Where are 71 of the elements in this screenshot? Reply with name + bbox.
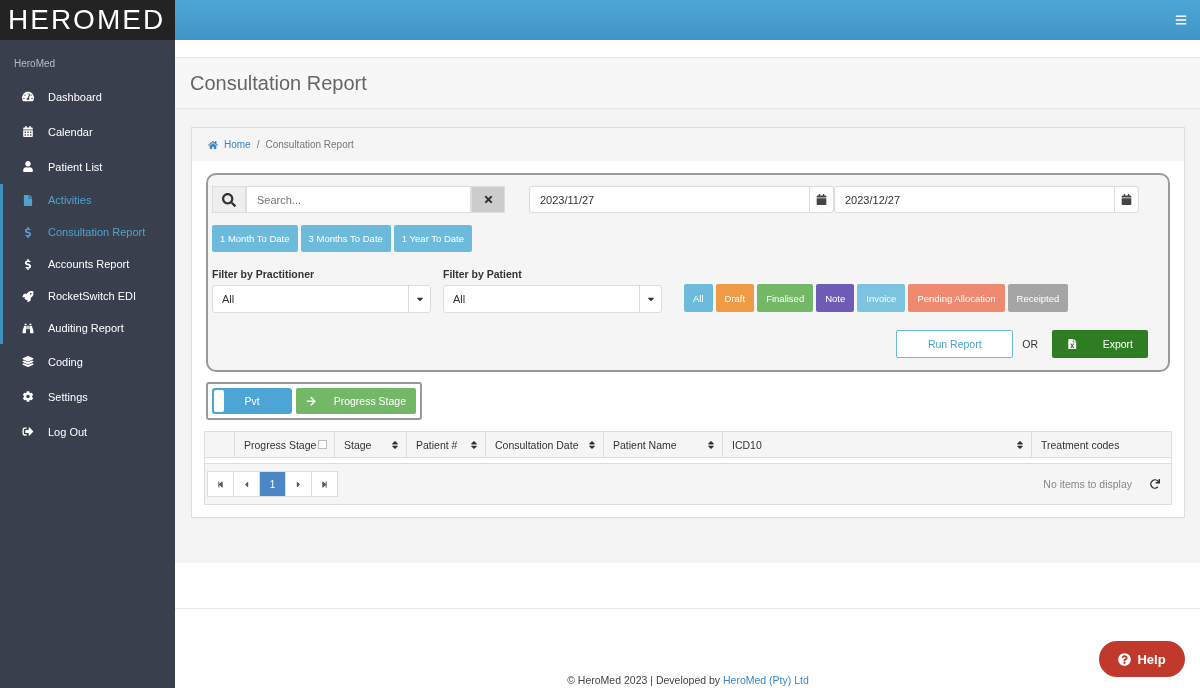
sort-icon bbox=[390, 439, 400, 450]
spreadsheet-icon bbox=[1067, 338, 1078, 350]
search-field[interactable]: Search... bbox=[246, 186, 471, 213]
sort-icon bbox=[706, 439, 716, 450]
footer-text: © HeroMed 2023 | Developed by HeroMed (Pty) Ltd bbox=[567, 674, 809, 686]
logo: HEROMED bbox=[0, 0, 175, 40]
sidebar-item[interactable]: Patient List bbox=[0, 149, 175, 184]
column-header[interactable]: Patient # bbox=[406, 432, 485, 457]
settings-icon bbox=[22, 391, 34, 402]
sort-icon bbox=[587, 439, 597, 450]
sidebar-item[interactable]: Coding bbox=[0, 344, 175, 379]
rocket-icon bbox=[22, 290, 34, 302]
column-header[interactable]: ICD10 bbox=[722, 432, 1031, 457]
file-icon bbox=[22, 194, 34, 206]
breadcrumb-separator: / bbox=[256, 139, 260, 150]
calendar-icon bbox=[22, 126, 34, 137]
first-icon bbox=[217, 480, 224, 488]
export-button[interactable]: Export bbox=[1052, 330, 1148, 358]
sort-icon bbox=[1015, 439, 1025, 450]
sidebar-item[interactable]: Auditing Report bbox=[0, 312, 175, 344]
or-text: OR bbox=[1022, 338, 1038, 350]
sidebar-item[interactable]: Settings bbox=[0, 379, 175, 414]
user-icon bbox=[22, 161, 34, 172]
sidebar-item[interactable]: Calendar bbox=[0, 114, 175, 149]
sort-icon bbox=[469, 439, 479, 450]
column-header[interactable]: Stage bbox=[334, 432, 406, 457]
breadcrumb-current: Consultation Report bbox=[265, 139, 354, 150]
sidebar-item[interactable]: Consultation Report bbox=[0, 216, 175, 248]
filter-label: Filter by Patient bbox=[443, 268, 523, 280]
status-filter-button[interactable]: Note bbox=[816, 284, 855, 312]
date-field[interactable]: 2023/11/27 bbox=[529, 186, 834, 213]
filter-select[interactable]: All bbox=[443, 285, 662, 313]
previous-icon bbox=[242, 479, 251, 489]
refresh-icon[interactable] bbox=[1150, 479, 1160, 489]
breadcrumb-link[interactable]: Home bbox=[224, 139, 251, 150]
arrow-icon bbox=[306, 395, 317, 407]
sidebar-item[interactable]: RocketSwitch EDI bbox=[0, 280, 175, 312]
clear-button[interactable] bbox=[471, 186, 505, 213]
dollar-icon bbox=[22, 258, 34, 270]
column-header[interactable]: Treatment codes bbox=[1031, 432, 1171, 457]
search-icon bbox=[212, 186, 246, 213]
filter-label: Filter by Practitioner bbox=[212, 268, 316, 280]
page-button[interactable]: 1 bbox=[259, 471, 286, 497]
sidebar-item[interactable]: Activities bbox=[0, 184, 175, 216]
date-field[interactable]: 2023/12/27 bbox=[834, 186, 1139, 213]
page-title: Consultation Report bbox=[190, 71, 367, 95]
help-icon bbox=[1118, 652, 1132, 666]
first-page-button[interactable] bbox=[207, 471, 234, 497]
column-header[interactable]: Patient Name bbox=[603, 432, 722, 457]
last-icon bbox=[321, 480, 328, 488]
close-icon bbox=[482, 194, 494, 205]
pager-status: No items to display bbox=[1043, 478, 1132, 490]
home-icon[interactable] bbox=[208, 139, 218, 150]
sidebar-item[interactable]: Accounts Report bbox=[0, 248, 175, 280]
binoculars-icon bbox=[22, 322, 34, 334]
sidebar-item[interactable]: Log Out bbox=[0, 414, 175, 449]
last-page-button[interactable] bbox=[311, 471, 338, 497]
column-header[interactable]: Progress Stage bbox=[234, 432, 334, 457]
filter-select[interactable]: All bbox=[212, 285, 431, 313]
menu-icon[interactable] bbox=[1175, 14, 1187, 26]
sidebar-item[interactable]: Dashboard bbox=[0, 79, 175, 114]
dollar-icon bbox=[22, 226, 34, 238]
layers-icon bbox=[22, 356, 34, 367]
column-header[interactable]: Consultation Date bbox=[485, 432, 603, 457]
sidebar-heading: HeroMed bbox=[13, 57, 57, 71]
gauge-icon bbox=[22, 91, 34, 102]
help-button[interactable]: Help bbox=[1099, 641, 1185, 677]
checkbox[interactable] bbox=[318, 439, 328, 449]
logout-icon bbox=[22, 426, 34, 437]
next-icon bbox=[294, 479, 303, 489]
footer-link[interactable]: HeroMed (Pty) Ltd bbox=[723, 674, 809, 686]
